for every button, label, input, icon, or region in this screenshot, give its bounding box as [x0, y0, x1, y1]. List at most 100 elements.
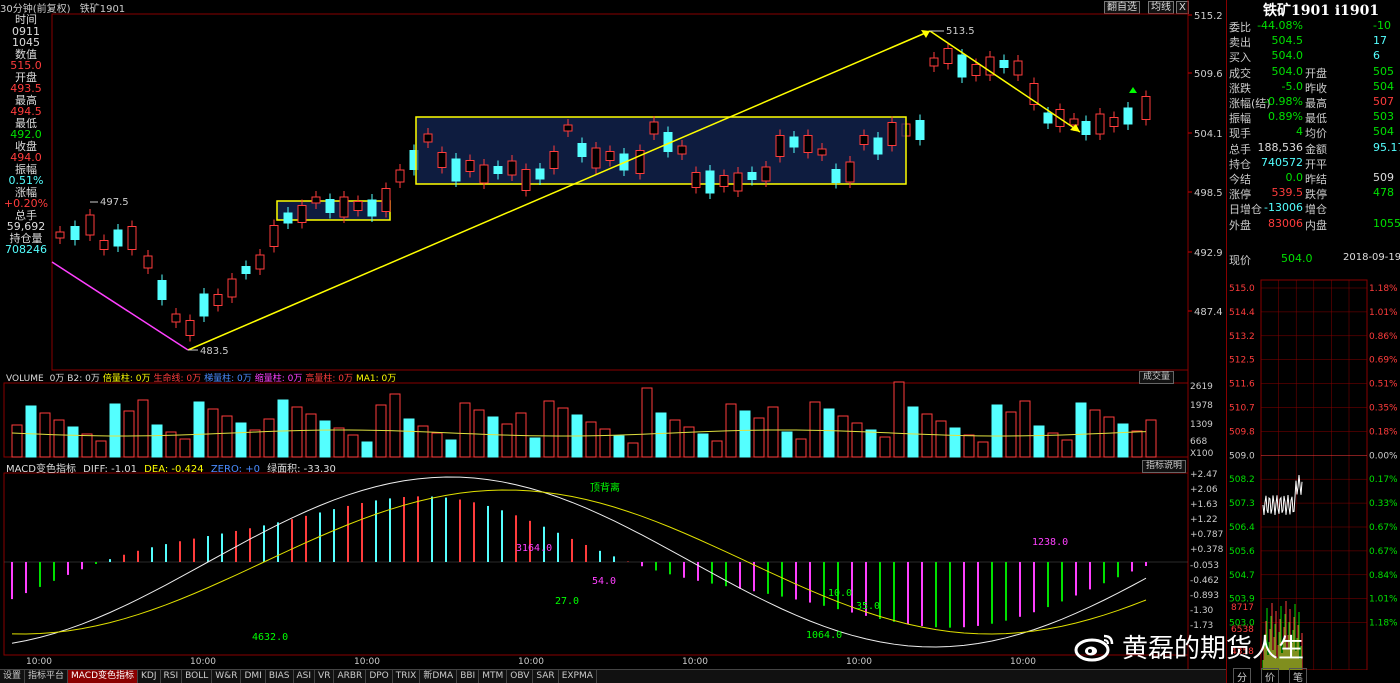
mini-axis-right-tick: 1.18%: [1369, 619, 1398, 629]
indicator-tab[interactable]: RSI: [161, 670, 183, 683]
mini-axis-right-tick: 0.86%: [1369, 332, 1398, 342]
macd-tick: -0.053: [1190, 561, 1219, 571]
volume-bar: [81, 433, 93, 458]
indicator-tab[interactable]: VR: [315, 670, 335, 683]
mini-axis-right-tick: 0.33%: [1369, 499, 1398, 509]
volume-bar: [1005, 411, 1017, 458]
volume-bar: [641, 387, 653, 458]
volume-bar: [459, 402, 471, 458]
quote-row: 总手188,536金额95.17: [1229, 140, 1400, 156]
quote-row: 卖出 504.5 17: [1229, 34, 1387, 50]
volume-bar: [249, 429, 261, 458]
volume-bar: [529, 437, 541, 458]
mini-axis-right-tick: 0.17%: [1369, 475, 1398, 485]
candle-body: [157, 280, 167, 300]
indicator-tab[interactable]: ASI: [294, 670, 316, 683]
volume-bar: [991, 404, 1003, 458]
indicator-tab[interactable]: TRIX: [393, 670, 421, 683]
time-tick: 10:00: [518, 657, 544, 667]
candle-body: [311, 196, 321, 204]
volume-bar: [613, 435, 625, 458]
volume-bar: [697, 433, 709, 458]
current-price: 504.0: [1281, 252, 1313, 265]
time-tick: 10:00: [1010, 657, 1036, 667]
macd-tick: +0.378: [1190, 545, 1224, 555]
indicator-tab[interactable]: BBI: [457, 670, 480, 683]
indicator-tab[interactable]: DPO: [366, 670, 393, 683]
volume-bar: [935, 420, 947, 458]
uptrend-line: [187, 30, 931, 351]
watermark-text: 黄磊的期货人生: [1122, 634, 1305, 664]
volume-bar: [1061, 439, 1073, 458]
indicator-tab[interactable]: EXPMA: [559, 670, 597, 683]
indicator-tab[interactable]: MTM: [479, 670, 508, 683]
macd-tick: +2.47: [1190, 470, 1218, 480]
indicator-tab[interactable]: SAR: [533, 670, 559, 683]
mini-axis-left-tick: 513.2: [1229, 332, 1255, 342]
volume-tick: 1978: [1190, 401, 1213, 411]
volume-bar: [501, 423, 513, 458]
indicator-tab[interactable]: BIAS: [266, 670, 294, 683]
indicator-help-button[interactable]: 指标说明: [1142, 460, 1187, 473]
indicator-tab[interactable]: W&R: [212, 670, 242, 683]
candle-body: [255, 254, 265, 270]
candle-body: [691, 172, 701, 188]
volume-button[interactable]: 成交量: [1139, 371, 1175, 384]
candle-body: [241, 266, 251, 274]
candle-body: [171, 313, 181, 323]
quote-row: 委比 -44.08% -10: [1229, 19, 1391, 34]
volume-bar: [109, 403, 121, 458]
left-info-item: 59,692: [6, 220, 46, 233]
indicator-tab[interactable]: 新DMA: [420, 670, 458, 683]
indicator-tab[interactable]: MACD变色指标: [68, 670, 139, 683]
candle-body: [227, 278, 237, 298]
mini-chart-tab[interactable]: 价: [1261, 668, 1279, 683]
indicator-tab[interactable]: BOLL: [182, 670, 213, 683]
mini-axis-right-tick: 0.69%: [1369, 356, 1398, 366]
volume-bar: [683, 426, 695, 458]
volume-bar: [403, 418, 415, 458]
chart-canvas[interactable]: 515.2 509.6 504.1 498.5 492.9 487.4 513.5 483…: [0, 0, 1226, 669]
candle-body: [957, 54, 967, 78]
left-info-item: 时间: [15, 13, 37, 26]
indicator-tab[interactable]: OBV: [507, 670, 534, 683]
volume-bar: [753, 417, 765, 458]
volume-bar: [277, 399, 289, 458]
left-info-panel: 时间 0911 1045 数值 515.0 开盘 493.5 最高 494.5 最低 492.0 收盘…: [0, 14, 52, 264]
mini-chart-tab[interactable]: 分: [1233, 668, 1251, 683]
candle-body: [451, 158, 461, 182]
indicator-tab[interactable]: DMI: [241, 670, 266, 683]
mini-tick-chart[interactable]: 515.0 1.18% 514.4 1.01% 513.2 0.86% 512.5 0.69%…: [1227, 270, 1400, 670]
left-info-item: 492.0: [10, 128, 42, 141]
quote-row: 买入 504.0 6: [1229, 49, 1380, 65]
macd-tick: +1.22: [1190, 515, 1218, 525]
indicator-tab[interactable]: ARBR: [334, 670, 367, 683]
price-tick: 509.6: [1194, 69, 1223, 80]
candle-body: [213, 294, 223, 306]
candle-body: [859, 135, 869, 145]
time-tick: 10:00: [846, 657, 872, 667]
macd-title: MACD变色指标 DIFF: -1.01 DEA: -0.424 ZERO: +…: [6, 460, 340, 475]
indicator-tab[interactable]: 指标平台: [25, 670, 69, 683]
volume-bar: [949, 427, 961, 458]
volume-bar: [599, 428, 611, 458]
volume-bar: [669, 419, 681, 458]
mini-axis-right-tick: 0.67%: [1369, 523, 1398, 533]
quote-row: 现手 4 均价 504: [1229, 125, 1394, 141]
candle-body: [493, 166, 503, 174]
macd-tick: +0.787: [1190, 530, 1223, 540]
volume-bar: [739, 410, 751, 458]
mini-chart-tab[interactable]: 笔: [1289, 668, 1307, 683]
candle-body: [127, 226, 137, 250]
macd-annotation: 1064.0: [806, 630, 842, 641]
candle-body: [733, 172, 743, 192]
indicator-tab[interactable]: KDJ: [138, 670, 161, 683]
volume-bar: [417, 425, 429, 458]
mini-axis-right-tick: 0.00%: [1369, 451, 1398, 461]
mini-axis-right-tick: 0.67%: [1369, 547, 1398, 557]
macd-tick: -0.462: [1190, 576, 1219, 586]
quote-row: 振幅 0.89% 最低 503: [1229, 110, 1394, 126]
volume-axis: 2619 1978 1309 668 X100: [1190, 382, 1214, 459]
indicator-tab[interactable]: 设置: [0, 670, 26, 683]
volume-bar: [305, 413, 317, 458]
